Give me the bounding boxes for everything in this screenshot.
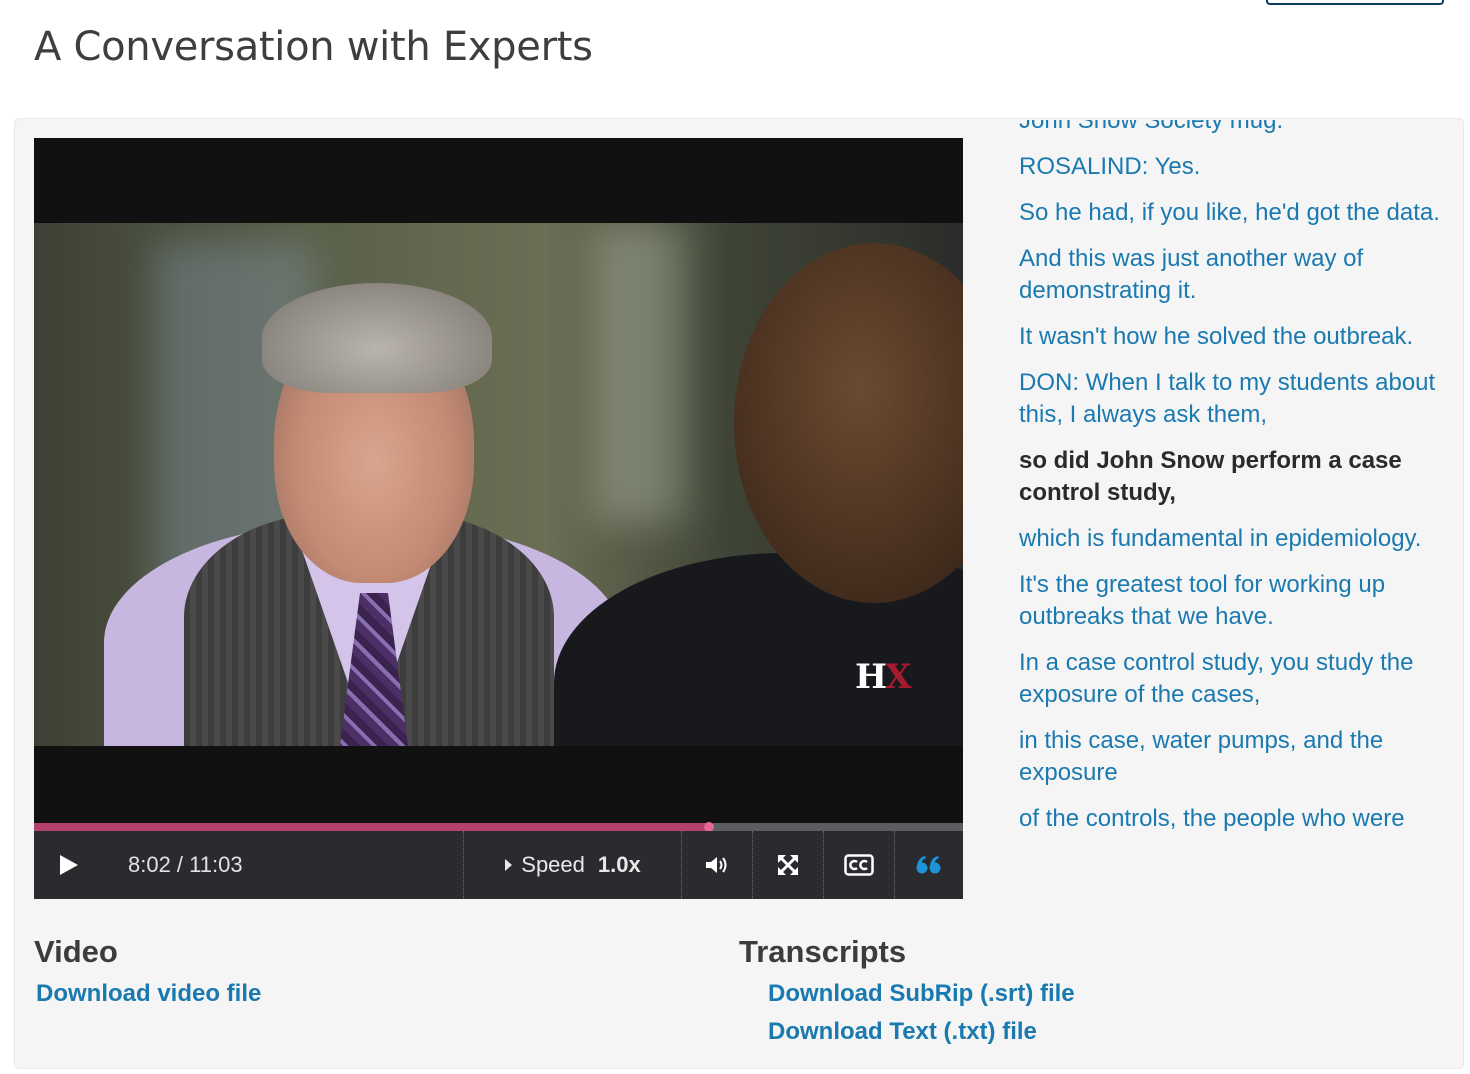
fullscreen-icon [778,855,798,875]
transcript-line[interactable]: John Snow Society mug. [1019,120,1444,137]
play-icon [60,855,78,875]
transcript-line-active[interactable]: so did John Snow perform a case control … [1019,445,1444,509]
listener-head [734,243,963,603]
volume-icon [706,857,727,873]
video-frame[interactable]: HX [34,223,963,746]
player-controls: 8:02 / 11:03 Speed 1.0x [34,831,963,899]
speaker-hair [262,283,492,393]
top-nav-button[interactable] [1266,0,1444,5]
caret-right-icon [505,859,513,871]
transcript-list: John Snow Society mug. ROSALIND: Yes. So h… [1019,120,1444,849]
fullscreen-button[interactable] [753,831,823,899]
page-title: A Conversation with Experts [34,24,593,70]
hx-logo: HX [855,657,912,697]
transcript-line[interactable]: of the controls, the people who were [1019,803,1444,835]
transcript-panel[interactable]: John Snow Society mug. ROSALIND: Yes. So h… [1003,120,1453,898]
captions-button[interactable] [824,831,894,899]
download-txt-link[interactable]: Download Text (.txt) file [768,1018,1037,1046]
transcript-line[interactable]: which is fundamental in epidemiology. [1019,523,1444,555]
transcript-line[interactable]: So he had, if you like, he'd got the dat… [1019,197,1444,229]
transcript-line[interactable]: In a case control study, you study the e… [1019,647,1444,711]
speed-value: 1.0x [597,852,641,877]
time-display: 8:02 / 11:03 [128,852,243,877]
transcript-line[interactable]: DON: When I talk to my students about th… [1019,367,1444,431]
transcript-line[interactable]: in this case, water pumps, and the expos… [1019,725,1444,789]
transcript-line[interactable]: And this was just another way of demonst… [1019,243,1444,307]
progress-fill [34,823,709,831]
video-heading: Video [34,934,118,969]
video-player[interactable]: HX 8:02 / 11:03 Speed 1.0x [34,138,963,899]
download-srt-link[interactable]: Download SubRip (.srt) file [768,980,1075,1008]
transcript-line[interactable]: It's the greatest tool for working up ou… [1019,569,1444,633]
play-button[interactable] [52,831,86,899]
transcript-line[interactable]: It wasn't how he solved the outbreak. [1019,321,1444,353]
quote-icon [916,856,940,874]
transcript-line[interactable]: ROSALIND: Yes. [1019,151,1444,183]
speed-label: Speed [521,852,585,877]
transcript-toggle-button[interactable] [894,831,963,899]
volume-button[interactable] [682,831,752,899]
download-video-link[interactable]: Download video file [36,980,261,1008]
progress-bar[interactable] [34,822,963,832]
background-light [594,223,684,523]
cc-icon [844,854,874,876]
transcripts-heading: Transcripts [739,934,907,969]
speed-button[interactable]: Speed 1.0x [464,831,682,899]
